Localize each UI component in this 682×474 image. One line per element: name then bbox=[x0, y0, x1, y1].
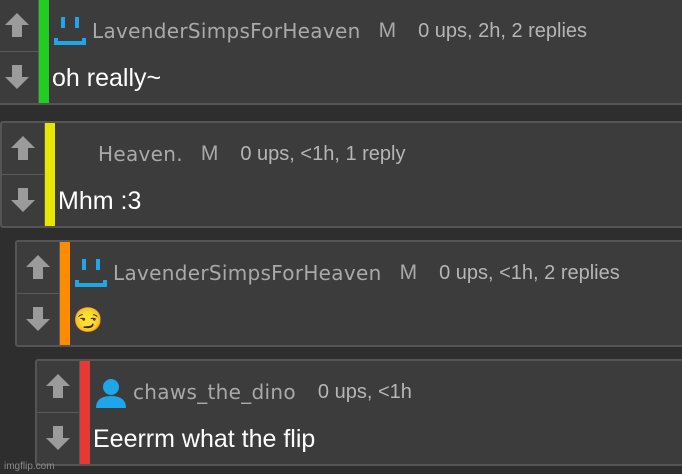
comment-header: Heaven. M 0 ups, <1h, 1 reply bbox=[58, 129, 405, 179]
depth-bar bbox=[60, 242, 70, 345]
comment-content: Heaven. M 0 ups, <1h, 1 reply Mhm :3 bbox=[58, 123, 682, 226]
vote-controls bbox=[0, 0, 39, 103]
upvote-button[interactable] bbox=[17, 242, 59, 294]
downvote-button[interactable] bbox=[37, 413, 79, 465]
avatar-placeholder bbox=[58, 134, 94, 174]
depth-bar bbox=[39, 0, 49, 103]
smiley-avatar-icon[interactable] bbox=[52, 11, 88, 51]
comment-content: LavenderSimpsForHeaven M 0 ups, <1h, 2 r… bbox=[73, 242, 682, 345]
gender-label: M bbox=[399, 261, 418, 284]
username-link[interactable]: LavenderSimpsForHeaven bbox=[92, 19, 361, 43]
comment-card: LavenderSimpsForHeaven M 0 ups, <1h, 2 r… bbox=[15, 240, 682, 347]
gender-label: M bbox=[378, 19, 397, 42]
downvote-button[interactable] bbox=[17, 294, 59, 346]
comment-content: chaws_the_dino 0 ups, <1h Eeerrm what th… bbox=[93, 361, 682, 464]
arrow-down-icon bbox=[46, 426, 70, 451]
comment-meta: 0 ups, 2h, 2 replies bbox=[418, 19, 588, 42]
comment-meta: 0 ups, <1h, 1 reply bbox=[240, 142, 406, 165]
smiley-avatar-icon[interactable] bbox=[73, 253, 109, 293]
arrow-down-icon bbox=[26, 307, 50, 332]
comment-card: chaws_the_dino 0 ups, <1h Eeerrm what th… bbox=[35, 359, 682, 466]
comment-text: Mhm :3 bbox=[58, 187, 142, 215]
username-link[interactable]: Heaven. bbox=[98, 142, 183, 166]
upvote-button[interactable] bbox=[0, 0, 38, 52]
arrow-down-icon bbox=[5, 65, 29, 90]
arrow-up-icon bbox=[46, 374, 70, 399]
username-link[interactable]: LavenderSimpsForHeaven bbox=[113, 261, 382, 285]
imgflip-watermark: imgflip.com bbox=[4, 461, 55, 472]
username-link[interactable]: chaws_the_dino bbox=[133, 380, 296, 404]
comment-content: LavenderSimpsForHeaven M 0 ups, 2h, 2 re… bbox=[52, 0, 682, 103]
comment-header: LavenderSimpsForHeaven M 0 ups, 2h, 2 re… bbox=[52, 6, 587, 56]
comment-header: LavenderSimpsForHeaven M 0 ups, <1h, 2 r… bbox=[73, 248, 620, 298]
person-avatar-icon[interactable] bbox=[93, 372, 129, 412]
upvote-button[interactable] bbox=[37, 361, 79, 413]
comment-text: oh really~ bbox=[52, 64, 162, 92]
depth-bar bbox=[45, 123, 55, 226]
vote-controls bbox=[2, 123, 45, 226]
comment-meta: 0 ups, <1h bbox=[317, 380, 412, 403]
vote-controls bbox=[17, 242, 60, 345]
arrow-up-icon bbox=[5, 13, 29, 38]
vote-controls bbox=[37, 361, 80, 464]
arrow-down-icon bbox=[11, 188, 35, 213]
comment-card: Heaven. M 0 ups, <1h, 1 reply Mhm :3 bbox=[0, 121, 682, 228]
comment-card: LavenderSimpsForHeaven M 0 ups, 2h, 2 re… bbox=[0, 0, 682, 105]
comment-text: 😏 bbox=[73, 307, 103, 334]
downvote-button[interactable] bbox=[2, 175, 44, 227]
downvote-button[interactable] bbox=[0, 52, 38, 104]
arrow-up-icon bbox=[26, 255, 50, 280]
arrow-up-icon bbox=[11, 136, 35, 161]
depth-bar bbox=[80, 361, 90, 464]
upvote-button[interactable] bbox=[2, 123, 44, 175]
gender-label: M bbox=[200, 142, 219, 165]
comment-meta: 0 ups, <1h, 2 replies bbox=[439, 261, 620, 284]
comment-text: Eeerrm what the flip bbox=[93, 425, 316, 453]
comment-header: chaws_the_dino 0 ups, <1h bbox=[93, 367, 412, 417]
